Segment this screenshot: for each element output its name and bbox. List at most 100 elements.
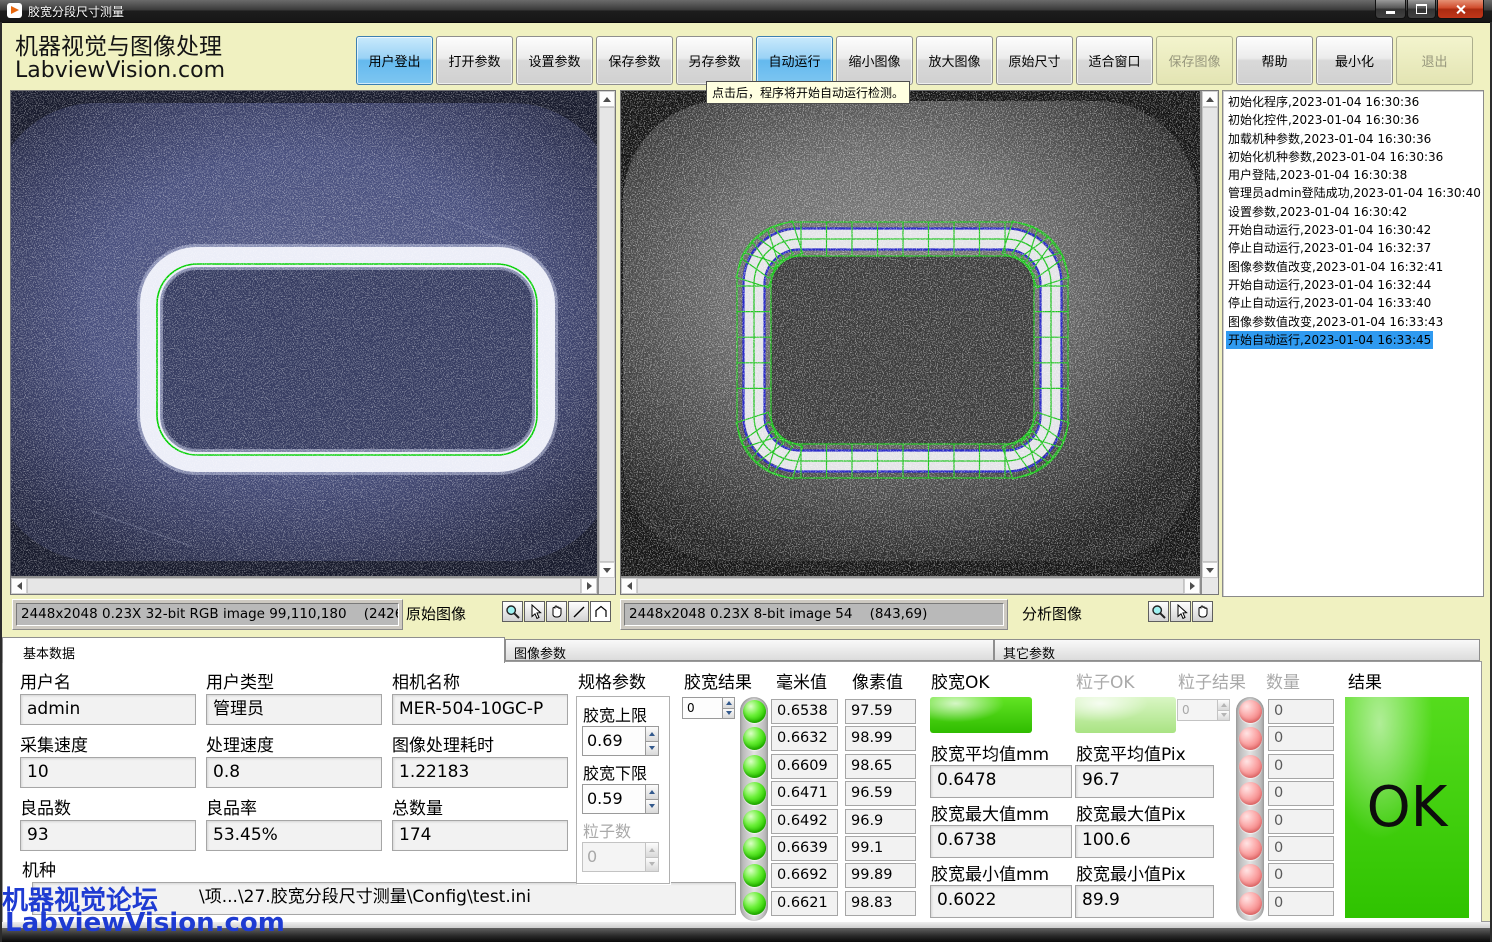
tab-image-params[interactable]: 图像参数 bbox=[505, 639, 994, 661]
mm-value-box: 0.6538 bbox=[771, 699, 838, 724]
tab-basic-data[interactable]: 基本数据 bbox=[2, 637, 505, 663]
spin-up-button[interactable] bbox=[722, 697, 735, 708]
log-entry[interactable]: 设置参数,2023-01-04 16:30:42 bbox=[1226, 203, 1409, 221]
vertical-scrollbar[interactable] bbox=[599, 91, 615, 578]
scroll-down-button[interactable] bbox=[1202, 562, 1218, 578]
log-entry[interactable]: 开始自动运行,2023-01-04 16:32:44 bbox=[1226, 276, 1433, 294]
field-value[interactable]: admin bbox=[20, 694, 196, 725]
pix-value-box: 96.9 bbox=[845, 809, 916, 834]
field-value[interactable]: 0.8 bbox=[206, 757, 382, 788]
spin-down-button[interactable] bbox=[1217, 710, 1230, 722]
zoom-in-image-button[interactable]: 放大图像 bbox=[916, 36, 993, 85]
log-entry[interactable]: 管理员admin登陆成功,2023-01-04 16:30:40 bbox=[1226, 184, 1483, 202]
glue-result-index-value[interactable]: 0 bbox=[682, 697, 722, 719]
scroll-left-button[interactable] bbox=[11, 578, 27, 594]
scroll-down-button[interactable] bbox=[599, 562, 615, 578]
glue-upper-value[interactable]: 0.69 bbox=[582, 726, 645, 756]
scroll-up-button[interactable] bbox=[599, 91, 615, 107]
log-entry[interactable]: 图像参数值改变,2023-01-04 16:32:41 bbox=[1226, 258, 1445, 276]
save-image-button[interactable]: 保存图像 bbox=[1156, 36, 1233, 85]
exit-button[interactable]: 退出 bbox=[1396, 36, 1473, 85]
glue-ok-label: 胶宽OK bbox=[931, 668, 990, 693]
scroll-right-button[interactable] bbox=[1184, 578, 1200, 594]
spin-up-button[interactable] bbox=[645, 842, 659, 857]
hand-icon[interactable] bbox=[1192, 601, 1213, 622]
magnifier-icon[interactable] bbox=[1148, 601, 1169, 622]
original-image-canvas[interactable] bbox=[11, 91, 597, 576]
zoom-out-image-button[interactable]: 缩小图像 bbox=[836, 36, 913, 85]
scrollbar-thumb[interactable] bbox=[27, 578, 581, 594]
scrollbar-thumb[interactable] bbox=[637, 578, 1184, 594]
basic-fields-grid: 用户名 admin 用户类型 管理员 相机名称 MER-504-10GC-P 采… bbox=[20, 668, 570, 857]
save-as-params-button[interactable]: 另存参数 bbox=[676, 36, 753, 85]
spin-up-button[interactable] bbox=[1217, 699, 1230, 710]
analysis-image-canvas[interactable] bbox=[621, 91, 1200, 576]
scrollbar-thumb[interactable] bbox=[1202, 107, 1218, 562]
original-size-button[interactable]: 原始尺寸 bbox=[996, 36, 1073, 85]
set-params-button[interactable]: 设置参数 bbox=[516, 36, 593, 85]
field-value[interactable]: 管理员 bbox=[206, 694, 382, 725]
spin-up-button[interactable] bbox=[645, 784, 659, 799]
arrow-left-icon bbox=[17, 582, 22, 590]
scroll-right-button[interactable] bbox=[581, 578, 597, 594]
log-entry[interactable]: 初始化机种参数,2023-01-04 16:30:36 bbox=[1226, 148, 1445, 166]
cursor-icon[interactable] bbox=[524, 601, 545, 622]
field-value[interactable]: 10 bbox=[20, 757, 196, 788]
minimize-button[interactable] bbox=[1375, 0, 1406, 19]
user-logout-button[interactable]: 用户登出 bbox=[356, 36, 433, 85]
horizontal-scrollbar[interactable] bbox=[621, 578, 1200, 594]
cursor-icon[interactable] bbox=[1170, 601, 1191, 622]
log-entry[interactable]: 加载机种参数,2023-01-04 16:30:36 bbox=[1226, 130, 1433, 148]
tab-other-params[interactable]: 其它参数 bbox=[994, 639, 1480, 661]
scroll-up-button[interactable] bbox=[1202, 91, 1218, 107]
glue-upper-spin[interactable]: 0.69 bbox=[582, 726, 659, 756]
minimize-app-button[interactable]: 最小化 bbox=[1316, 36, 1393, 85]
particle-result-index-spin[interactable]: 0 bbox=[1177, 699, 1230, 721]
log-entry[interactable]: 初始化程序,2023-01-04 16:30:36 bbox=[1226, 93, 1421, 111]
arrow-down-icon bbox=[1206, 568, 1214, 573]
maximize-button[interactable] bbox=[1407, 0, 1436, 19]
glue-lower-spin[interactable]: 0.59 bbox=[582, 784, 659, 814]
field-value[interactable]: 1.22183 bbox=[392, 757, 568, 788]
pix-value-column: 97.5998.9998.6596.5996.999.199.8998.83 bbox=[845, 699, 916, 916]
horizontal-scrollbar[interactable] bbox=[11, 578, 597, 594]
spin-down-button[interactable] bbox=[645, 857, 659, 873]
vertical-scrollbar[interactable] bbox=[1202, 91, 1218, 578]
open-params-button[interactable]: 打开参数 bbox=[436, 36, 513, 85]
spin-down-button[interactable] bbox=[645, 741, 659, 757]
line-icon[interactable] bbox=[568, 601, 589, 622]
log-entry[interactable]: 用户登陆,2023-01-04 16:30:38 bbox=[1226, 166, 1409, 184]
spin-up-button[interactable] bbox=[645, 726, 659, 741]
log-entry[interactable]: 开始自动运行,2023-01-04 16:30:42 bbox=[1226, 221, 1433, 239]
hand-icon[interactable] bbox=[546, 601, 567, 622]
field-label: 用户类型 bbox=[206, 668, 392, 694]
field-value[interactable]: 93 bbox=[20, 820, 196, 851]
fit-window-button[interactable]: 适合窗口 bbox=[1076, 36, 1153, 85]
glue-lower-value[interactable]: 0.59 bbox=[582, 784, 645, 814]
field-value[interactable]: MER-504-10GC-P bbox=[392, 694, 568, 725]
particle-count-spin[interactable]: 0 bbox=[582, 842, 659, 872]
log-entry[interactable]: 停止自动运行,2023-01-04 16:32:37 bbox=[1226, 239, 1433, 257]
max-mm-label: 胶宽最大值mm bbox=[931, 800, 1049, 825]
particle-count-value[interactable]: 0 bbox=[582, 842, 645, 872]
polygon-icon[interactable] bbox=[590, 601, 611, 622]
scroll-left-button[interactable] bbox=[621, 578, 637, 594]
field-value[interactable]: 174 bbox=[392, 820, 568, 851]
particle-result-index-value[interactable]: 0 bbox=[1177, 699, 1217, 721]
close-button[interactable] bbox=[1437, 0, 1484, 19]
log-entry[interactable]: 开始自动运行,2023-01-04 16:33:45 bbox=[1226, 331, 1433, 349]
log-entry[interactable]: 初始化控件,2023-01-04 16:30:36 bbox=[1226, 111, 1421, 129]
magnifier-icon[interactable] bbox=[502, 601, 523, 622]
spin-down-button[interactable] bbox=[722, 708, 735, 720]
scrollbar-thumb[interactable] bbox=[599, 107, 615, 562]
log-entry[interactable]: 停止自动运行,2023-01-04 16:33:40 bbox=[1226, 294, 1433, 312]
save-params-button[interactable]: 保存参数 bbox=[596, 36, 673, 85]
log-entry[interactable]: 图像参数值改变,2023-01-04 16:33:43 bbox=[1226, 313, 1445, 331]
log-list[interactable]: 初始化程序,2023-01-04 16:30:36初始化控件,2023-01-0… bbox=[1222, 90, 1484, 597]
red-led-icon bbox=[1239, 782, 1262, 805]
auto-run-button[interactable]: 自动运行 bbox=[756, 36, 833, 85]
spin-down-button[interactable] bbox=[645, 799, 659, 815]
help-button[interactable]: 帮助 bbox=[1236, 36, 1313, 85]
field-value[interactable]: 53.45% bbox=[206, 820, 382, 851]
glue-result-index-spin[interactable]: 0 bbox=[682, 697, 735, 719]
